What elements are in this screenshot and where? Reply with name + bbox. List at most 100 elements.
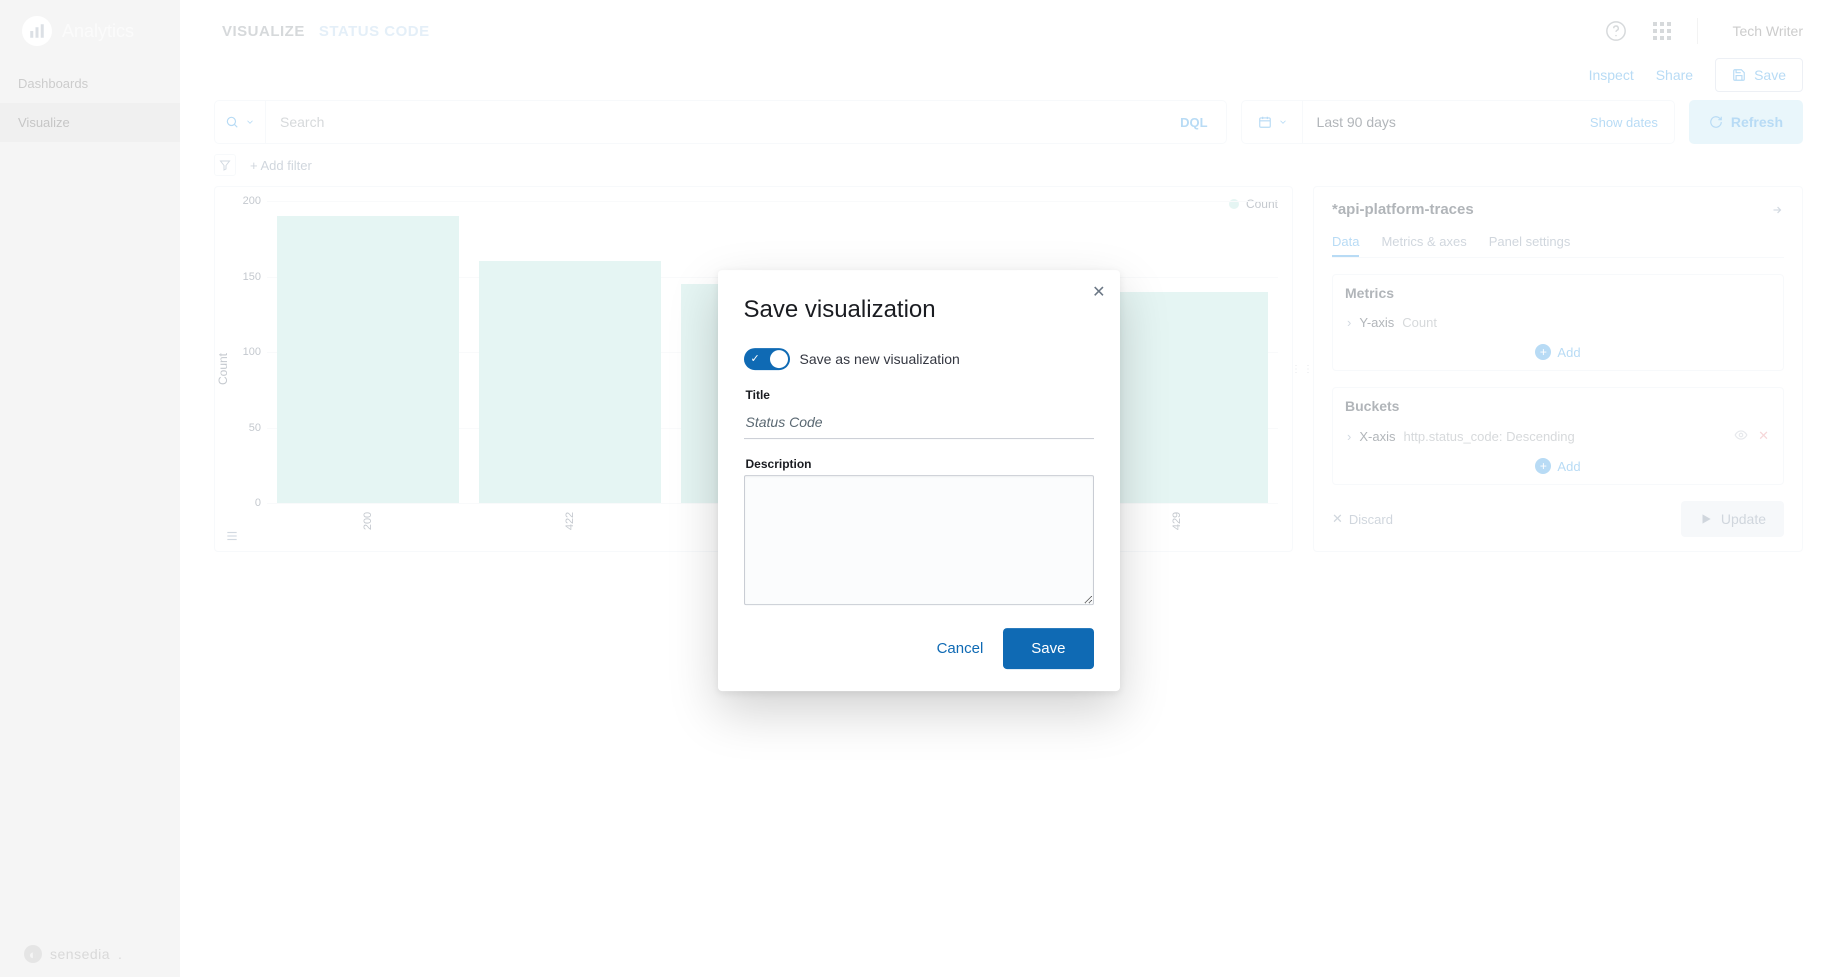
divider — [1697, 18, 1698, 44]
save-icon — [1732, 68, 1746, 82]
visibility-icon[interactable] — [1734, 428, 1748, 444]
query-bar: DQL Last 90 days Show dates Refresh — [180, 100, 1837, 144]
breadcrumb-level2: STATUS CODE — [319, 23, 430, 40]
description-input[interactable] — [744, 475, 1094, 605]
sidebar-item-visualize[interactable]: Visualize — [0, 103, 180, 142]
save-as-new-toggle[interactable]: ✓ — [744, 348, 790, 370]
add-metric-label: Add — [1557, 345, 1580, 360]
refresh-button[interactable]: Refresh — [1689, 100, 1803, 144]
save-button-label: Save — [1754, 67, 1786, 83]
yaxis-value: Count — [1402, 315, 1437, 330]
dql-toggle[interactable]: DQL — [1162, 115, 1225, 130]
add-bucket-label: Add — [1557, 459, 1580, 474]
update-label: Update — [1721, 511, 1766, 527]
yaxis-label: Y-axis — [1359, 315, 1394, 330]
filter-menu-icon[interactable] — [214, 154, 236, 176]
delete-icon[interactable]: ✕ — [1758, 428, 1769, 444]
sidebar: Analytics Dashboards Visualize ◐ sensedi… — [0, 0, 180, 977]
save-as-new-row: ✓ Save as new visualization — [744, 348, 1094, 370]
ytick: 0 — [237, 497, 261, 509]
tab-panel-settings[interactable]: Panel settings — [1489, 228, 1571, 257]
search-group: DQL — [214, 100, 1227, 144]
action-row: Inspect Share Save — [180, 44, 1837, 100]
chart-menu-icon[interactable] — [225, 529, 239, 543]
buckets-heading: Buckets — [1345, 398, 1771, 414]
modal-title: Save visualization — [744, 296, 1094, 324]
tab-metrics-axes[interactable]: Metrics & axes — [1381, 228, 1466, 257]
resize-handle[interactable]: ⋮⋮ — [1293, 186, 1313, 552]
filter-row: + Add filter — [180, 144, 1837, 180]
apps-grid-icon[interactable] — [1651, 20, 1673, 42]
buckets-section: Buckets › X-axis http.status_code: Desce… — [1332, 387, 1784, 485]
chevron-down-icon — [1278, 117, 1288, 127]
chevron-down-icon — [245, 117, 255, 127]
date-group: Last 90 days Show dates — [1241, 100, 1675, 144]
description-field-label: Description — [746, 457, 1094, 471]
ytick: 50 — [237, 422, 261, 434]
search-options-icon — [225, 115, 239, 129]
xaxis-row[interactable]: › X-axis http.status_code: Descending ✕ — [1345, 422, 1771, 450]
brand: Analytics — [0, 0, 180, 64]
chart-ylabel: Count — [216, 353, 230, 385]
confirm-save-button[interactable]: Save — [1003, 628, 1093, 669]
config-tabs: Data Metrics & axes Panel settings — [1332, 228, 1784, 258]
metrics-heading: Metrics — [1345, 285, 1771, 301]
discard-label: Discard — [1349, 512, 1393, 527]
footer-brand: ◐ sensedia. — [24, 945, 122, 963]
play-icon — [1699, 512, 1713, 526]
tab-data[interactable]: Data — [1332, 228, 1359, 257]
xaxis-value: http.status_code: Descending — [1403, 429, 1574, 444]
chevron-right-icon: › — [1347, 429, 1351, 444]
footer-brand-label: sensedia — [50, 946, 110, 962]
chevron-right-icon: › — [1347, 315, 1351, 330]
share-button[interactable]: Share — [1656, 67, 1693, 83]
breadcrumb: VISUALIZE STATUS CODE — [222, 23, 430, 40]
plus-icon: + — [1535, 344, 1551, 360]
title-field-label: Title — [746, 388, 1094, 402]
date-picker-button[interactable] — [1258, 101, 1303, 143]
save-visualization-modal: ✕ Save visualization ✓ Save as new visua… — [718, 270, 1120, 691]
yaxis-row[interactable]: › Y-axis Count — [1345, 309, 1771, 336]
add-metric-button[interactable]: + Add — [1345, 336, 1771, 360]
save-as-new-label: Save as new visualization — [800, 351, 960, 367]
config-panel: *api-platform-traces Data Metrics & axes… — [1313, 186, 1803, 552]
sensedia-logo-icon: ◐ — [24, 945, 42, 963]
config-title: *api-platform-traces — [1332, 201, 1474, 218]
close-icon: ✕ — [1332, 511, 1343, 527]
xtick: 429 — [1171, 420, 1183, 622]
xtick: 422 — [564, 420, 576, 622]
xaxis-label: X-axis — [1359, 429, 1395, 444]
metrics-section: Metrics › Y-axis Count + Add — [1332, 274, 1784, 371]
calendar-icon — [1258, 115, 1272, 129]
header: VISUALIZE STATUS CODE Tech Writer — [180, 0, 1837, 44]
header-right: Tech Writer — [1605, 18, 1803, 44]
brand-name: Analytics — [62, 21, 134, 42]
add-filter-button[interactable]: + Add filter — [250, 158, 312, 173]
sidebar-item-dashboards[interactable]: Dashboards — [0, 64, 180, 103]
close-icon[interactable]: ✕ — [1092, 282, 1105, 302]
add-bucket-button[interactable]: + Add — [1345, 450, 1771, 474]
help-icon[interactable] — [1605, 20, 1627, 42]
date-range-label[interactable]: Last 90 days — [1317, 114, 1396, 130]
refresh-icon — [1709, 115, 1723, 129]
config-actions: ✕ Discard Update — [1332, 495, 1784, 537]
check-icon: ✓ — [751, 352, 760, 365]
collapse-icon[interactable] — [1770, 203, 1784, 217]
search-options-button[interactable] — [215, 101, 266, 143]
refresh-label: Refresh — [1731, 114, 1783, 130]
save-button[interactable]: Save — [1715, 58, 1803, 92]
brand-logo-icon — [22, 16, 52, 46]
inspect-button[interactable]: Inspect — [1589, 67, 1634, 83]
cancel-button[interactable]: Cancel — [937, 640, 984, 657]
xtick: 200 — [362, 420, 374, 622]
discard-button[interactable]: ✕ Discard — [1332, 511, 1393, 527]
show-dates-link[interactable]: Show dates — [1590, 115, 1658, 130]
search-input[interactable] — [266, 114, 1162, 130]
user-name[interactable]: Tech Writer — [1732, 23, 1803, 39]
breadcrumb-level1[interactable]: VISUALIZE — [222, 23, 305, 40]
modal-actions: Cancel Save — [744, 628, 1094, 669]
update-button[interactable]: Update — [1681, 501, 1784, 537]
plus-icon: + — [1535, 458, 1551, 474]
title-input[interactable] — [744, 406, 1094, 439]
ytick: 150 — [237, 271, 261, 283]
